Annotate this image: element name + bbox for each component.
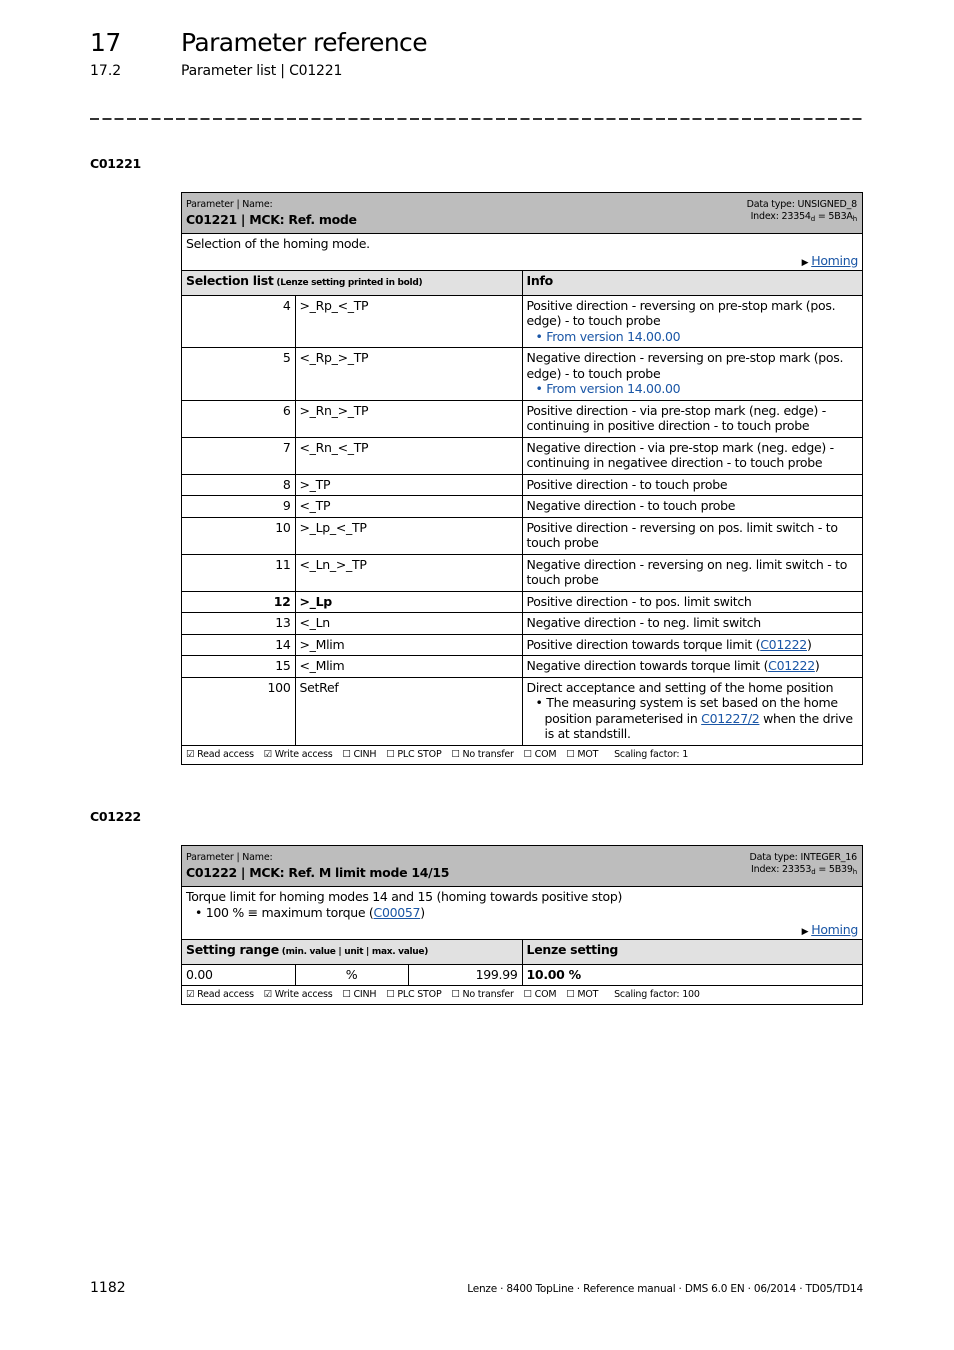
table-row: 14 >_Mlim Positive direction towards tor…: [182, 634, 862, 656]
parameter-index: Index: 23353d = 5B39h: [751, 864, 857, 876]
description-text: Torque limit for homing modes 14 and 15 …: [186, 889, 623, 904]
plc-stop-flag: ☐ PLC STOP: [386, 989, 442, 1000]
c01222-link[interactable]: C01222: [768, 658, 815, 673]
com-flag: ☐ COM: [523, 748, 557, 760]
table-row: 100 SetRef Direct acceptance and setting…: [182, 677, 862, 746]
min-value: 0.00: [182, 964, 296, 986]
no-transfer-flag: ☐ No transfer: [451, 748, 514, 760]
read-access-flag: ☑ Read access: [186, 989, 254, 1000]
table-row: 8 >_TP Positive direction - to touch pro…: [182, 474, 862, 496]
table-row: 5 <_Rp_>_TP Negative direction - reversi…: [182, 347, 862, 401]
table-row: 13 <_Ln Negative direction - to neg. lim…: [182, 612, 862, 635]
triangle-right-icon: ▶: [801, 258, 809, 268]
parameter-table-c01222: Parameter | Name: C01222 | MCK: Ref. M l…: [181, 845, 863, 1005]
scaling-factor: Scaling factor: 100: [614, 989, 700, 1000]
mot-flag: ☐ MOT: [566, 748, 599, 760]
mot-flag: ☐ MOT: [566, 989, 599, 1000]
table-row: 9 <_TP Negative direction - to touch pro…: [182, 495, 862, 518]
data-type: Data type: INTEGER_16: [749, 852, 858, 863]
version-note: • From version 14.00.00: [535, 381, 681, 396]
parameter-header: Parameter | Name: C01221 | MCK: Ref. mod…: [182, 193, 862, 234]
no-transfer-flag: ☐ No transfer: [451, 989, 514, 1000]
table-row: 10 >_Lp_<_TP Positive direction - revers…: [182, 517, 862, 555]
write-access-flag: ☑ Write access: [263, 748, 333, 760]
max-value: 199.99: [408, 964, 523, 986]
table-header-row: Setting range (min. value | unit | max. …: [182, 940, 862, 965]
access-flags: ☑ Read access ☑ Write access ☐ CINH ☐ PL…: [182, 986, 862, 1004]
section-title: Parameter list | C01221: [181, 63, 343, 79]
parameter-heading: C01221: [90, 156, 141, 171]
selection-list-table: Selection list (Lenze setting printed in…: [182, 271, 862, 746]
c01222-link[interactable]: C01222: [760, 637, 807, 652]
cinh-flag: ☐ CINH: [342, 748, 377, 760]
c00057-link[interactable]: C00057: [374, 905, 421, 920]
chapter-title: Parameter reference: [181, 28, 428, 57]
description-text: Selection of the homing mode.: [186, 236, 370, 251]
lenze-setting-value: 10.00 %: [522, 964, 862, 986]
table-row: 7 <_Rn_<_TP Negative direction - via pre…: [182, 437, 862, 475]
lenze-setting-header: Lenze setting: [522, 940, 862, 965]
parameter-header: Parameter | Name: C01222 | MCK: Ref. M l…: [182, 846, 862, 887]
com-flag: ☐ COM: [523, 989, 557, 1000]
chapter-number: 17: [90, 28, 121, 57]
table-row: 4 >_Rp_<_TP Positive direction - reversi…: [182, 295, 862, 348]
c01227-2-link[interactable]: C01227/2: [701, 711, 760, 726]
table-row: 6 >_Rn_>_TP Positive direction - via pre…: [182, 400, 862, 438]
table-header-row: Selection list (Lenze setting printed in…: [182, 271, 862, 296]
table-row: 0.00 % 199.99 10.00 %: [182, 964, 862, 986]
read-access-flag: ☑ Read access: [186, 748, 254, 760]
parameter-heading: C01222: [90, 809, 141, 824]
section-number: 17.2: [90, 63, 122, 79]
scaling-factor: Scaling factor: 1: [614, 748, 689, 760]
page-number: 1182: [90, 1280, 126, 1296]
data-type: Data type: UNSIGNED_8: [746, 199, 858, 210]
access-flags: ☑ Read access ☑ Write access ☐ CINH ☐ PL…: [182, 746, 862, 764]
document-info: Lenze · 8400 TopLine · Reference manual …: [467, 1283, 863, 1295]
table-row: 15 <_Mlim Negative direction towards tor…: [182, 655, 862, 678]
unit: %: [295, 964, 409, 986]
homing-link[interactable]: Homing: [811, 922, 858, 937]
parameter-index: Index: 23354d = 5B3Ah: [750, 211, 858, 223]
info-header: Info: [522, 271, 862, 296]
cinh-flag: ☐ CINH: [342, 989, 377, 1000]
parameter-description: Torque limit for homing modes 14 and 15 …: [182, 887, 862, 940]
parameter-name-label: Parameter | Name:: [186, 199, 273, 210]
parameter-name: C01222 | MCK: Ref. M limit mode 14/15: [186, 865, 450, 880]
dashed-divider: [90, 118, 862, 120]
triangle-right-icon: ▶: [801, 927, 809, 937]
parameter-description: Selection of the homing mode. ▶ Homing: [182, 234, 862, 271]
parameter-name-label: Parameter | Name:: [186, 852, 273, 863]
homing-link[interactable]: Homing: [811, 253, 858, 268]
table-row: 11 <_Ln_>_TP Negative direction - revers…: [182, 554, 862, 592]
table-row-lenze-setting: 12 >_Lp Positive direction - to pos. lim…: [182, 591, 862, 613]
write-access-flag: ☑ Write access: [263, 989, 333, 1000]
parameter-name: C01221 | MCK: Ref. mode: [186, 212, 357, 227]
setting-range-header: Setting range (min. value | unit | max. …: [182, 940, 523, 965]
selection-list-header: Selection list (Lenze setting printed in…: [182, 271, 523, 296]
setting-range-table: Setting range (min. value | unit | max. …: [182, 940, 862, 986]
parameter-table-c01221: Parameter | Name: C01221 | MCK: Ref. mod…: [181, 192, 863, 765]
version-note: • From version 14.00.00: [535, 328, 681, 344]
plc-stop-flag: ☐ PLC STOP: [386, 748, 442, 760]
